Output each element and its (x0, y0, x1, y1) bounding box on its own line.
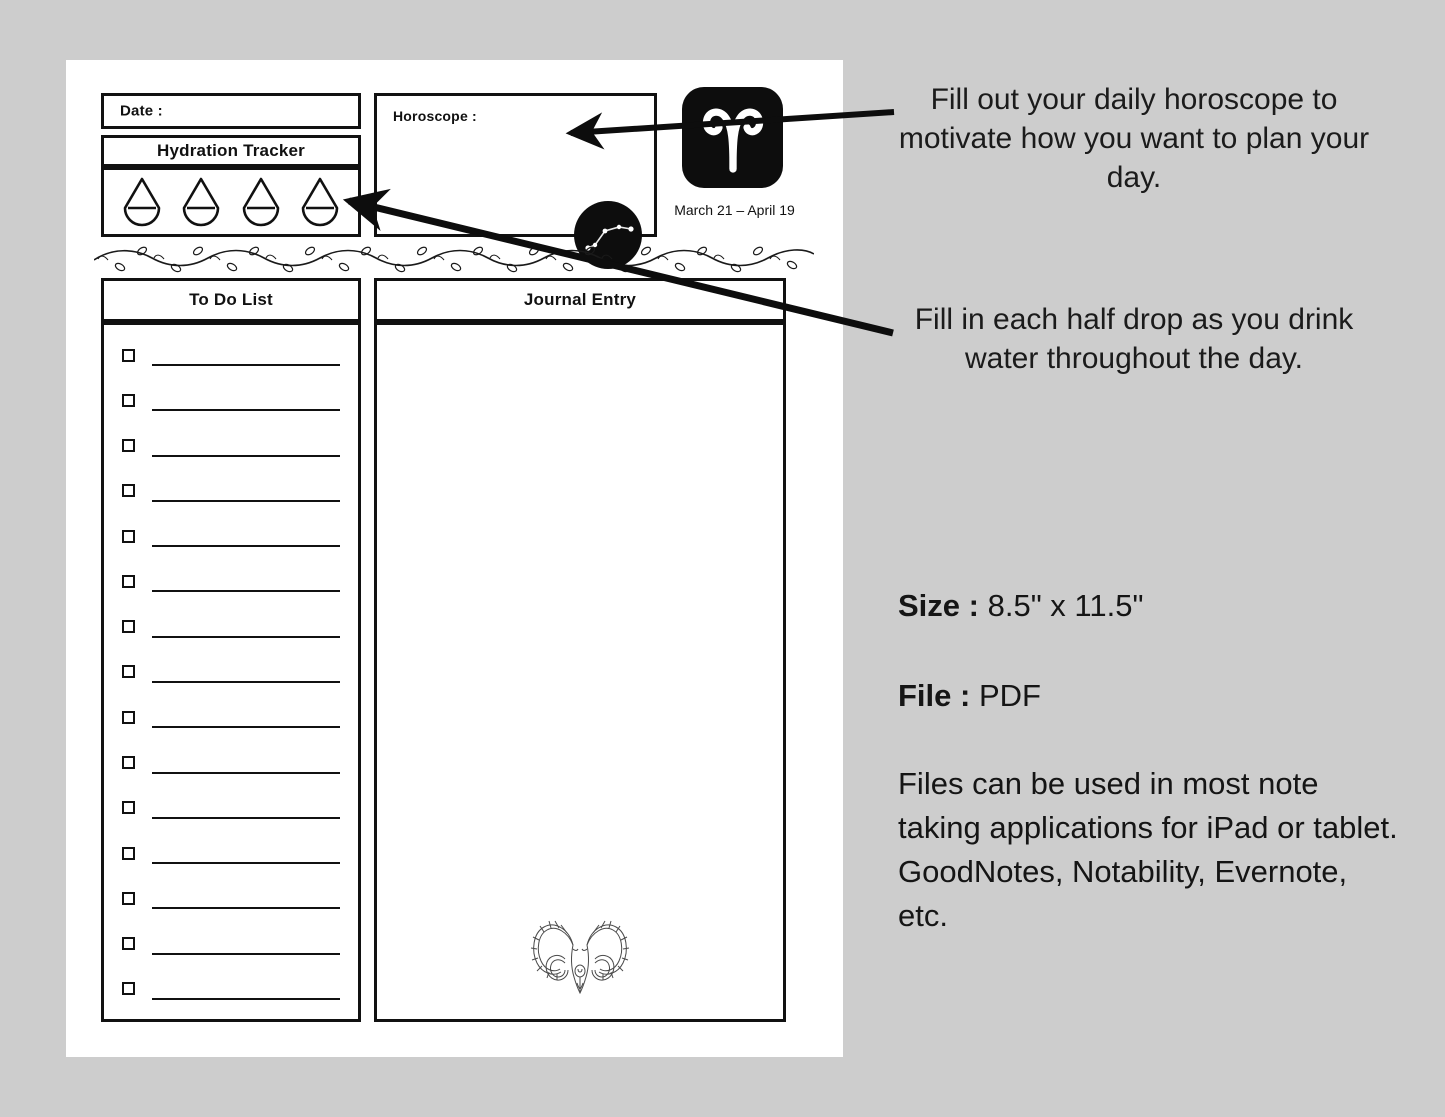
todo-write-line[interactable] (152, 816, 340, 819)
horoscope-label: Horoscope : (393, 108, 477, 124)
checkbox-icon[interactable] (122, 620, 135, 634)
todo-list-title: To Do List (189, 290, 273, 309)
file-spec: File : PDF (898, 678, 1041, 714)
todo-row[interactable] (104, 703, 358, 731)
checkbox-icon[interactable] (122, 710, 135, 724)
aries-glyph-badge (682, 87, 783, 188)
date-field-box[interactable]: Date : (101, 93, 361, 129)
water-drop-icon[interactable] (120, 176, 164, 228)
checkbox-icon[interactable] (122, 891, 135, 905)
todo-write-line[interactable] (152, 635, 340, 638)
todo-row[interactable] (104, 975, 358, 1003)
zodiac-date-range: March 21 – April 19 (674, 202, 795, 218)
todo-write-line[interactable] (152, 862, 340, 865)
todo-write-line[interactable] (152, 907, 340, 910)
water-drop-icon[interactable] (179, 176, 223, 228)
journal-entry-header: Journal Entry (374, 278, 786, 322)
checkbox-icon[interactable] (122, 982, 135, 996)
todo-row[interactable] (104, 749, 358, 777)
aries-glyph-icon (702, 108, 763, 173)
horoscope-callout-text: Fill out your daily horoscope to motivat… (898, 83, 1370, 194)
todo-write-line[interactable] (152, 997, 340, 1000)
compatibility-note: Files can be used in most note taking ap… (898, 766, 1398, 934)
size-spec-value: 8.5" x 11.5" (987, 588, 1144, 623)
todo-list-header: To Do List (101, 278, 361, 322)
todo-row[interactable] (104, 658, 358, 686)
todo-row[interactable] (104, 794, 358, 822)
hydration-tracker-header: Hydration Tracker (101, 135, 361, 167)
checkbox-icon[interactable] (122, 846, 135, 860)
todo-row[interactable] (104, 432, 358, 460)
todo-write-line[interactable] (152, 771, 340, 774)
checkbox-icon[interactable] (122, 348, 135, 362)
hydration-drops-row (101, 167, 361, 237)
printable-page-preview: Date : Hydration Tracker Horoscope : Mar… (66, 60, 843, 1057)
checkbox-icon[interactable] (122, 439, 135, 453)
journal-entry-body[interactable] (374, 322, 786, 1022)
date-label: Date : (120, 102, 163, 120)
todo-row[interactable] (104, 613, 358, 641)
water-drop-icon[interactable] (298, 176, 342, 228)
checkbox-icon[interactable] (122, 756, 135, 770)
vine-leaf-divider-icon (94, 246, 814, 273)
checkbox-icon[interactable] (122, 484, 135, 498)
water-drop-icon[interactable] (239, 176, 283, 228)
horoscope-field-box[interactable]: Horoscope : (374, 93, 657, 269)
todo-list-body (101, 322, 361, 1022)
checkbox-icon[interactable] (122, 574, 135, 588)
todo-write-line[interactable] (152, 499, 340, 502)
size-spec: Size : 8.5" x 11.5" (898, 588, 1143, 624)
todo-write-line[interactable] (152, 409, 340, 412)
size-spec-label: Size : (898, 588, 979, 623)
checkbox-icon[interactable] (122, 801, 135, 815)
todo-write-line[interactable] (152, 952, 340, 955)
hydration-tracker-title: Hydration Tracker (157, 141, 305, 160)
todo-row[interactable] (104, 341, 358, 369)
todo-row[interactable] (104, 477, 358, 505)
journal-entry-title: Journal Entry (523, 290, 637, 309)
file-spec-label: File : (898, 678, 971, 713)
todo-write-line[interactable] (152, 680, 340, 683)
todo-row[interactable] (104, 386, 358, 414)
hydration-callout-text: Fill in each half drop as you drink wate… (914, 303, 1354, 375)
todo-write-line[interactable] (152, 545, 340, 548)
ram-head-icon (530, 920, 630, 995)
todo-write-line[interactable] (152, 454, 340, 457)
todo-write-line[interactable] (152, 590, 340, 593)
checkbox-icon[interactable] (122, 529, 135, 543)
todo-row[interactable] (104, 839, 358, 867)
checkbox-icon[interactable] (122, 937, 135, 951)
todo-row[interactable] (104, 522, 358, 550)
file-spec-value: PDF (978, 678, 1041, 713)
todo-row[interactable] (104, 567, 358, 595)
todo-row[interactable] (104, 884, 358, 912)
todo-write-line[interactable] (152, 364, 340, 366)
todo-write-line[interactable] (152, 726, 340, 729)
checkbox-icon[interactable] (122, 393, 135, 407)
todo-row[interactable] (104, 930, 358, 958)
checkbox-icon[interactable] (122, 665, 135, 679)
